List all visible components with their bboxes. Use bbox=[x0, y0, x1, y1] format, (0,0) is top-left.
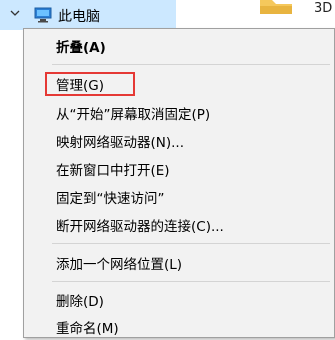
menu-item-label: 在新窗口中打开(E) bbox=[56, 163, 170, 179]
highlight-box bbox=[45, 72, 135, 96]
menu-item-label: 固定到“快速访问” bbox=[56, 191, 165, 207]
menu-item-unpin-start[interactable]: 从“开始”屏幕取消固定(P) bbox=[24, 100, 334, 126]
menu-separator bbox=[52, 243, 330, 244]
tree-item-label: 此电脑 bbox=[58, 9, 100, 25]
menu-item-label: 折叠(A) bbox=[56, 40, 106, 56]
menu-item-label: 添加一个网络位置(L) bbox=[56, 257, 183, 273]
tree-item-this-pc[interactable]: 此电脑 bbox=[0, 0, 176, 30]
menu-item-disconnect-drive[interactable]: 断开网络驱动器的连接(C)... bbox=[24, 212, 334, 238]
menu-item-label: 断开网络驱动器的连接(C)... bbox=[56, 219, 224, 235]
folder-label: 3D bbox=[314, 1, 333, 16]
menu-item-delete[interactable]: 删除(D) bbox=[24, 287, 334, 313]
menu-item-add-network-location[interactable]: 添加一个网络位置(L) bbox=[24, 250, 334, 276]
menu-item-label: 从“开始”屏幕取消固定(P) bbox=[56, 107, 211, 123]
context-menu: 折叠(A) 管理(G) 从“开始”屏幕取消固定(P) 映射网络驱动器(N)...… bbox=[23, 28, 335, 338]
menu-item-collapse[interactable]: 折叠(A) bbox=[24, 33, 334, 59]
chevron-down-icon[interactable] bbox=[9, 7, 21, 19]
menu-item-label: 映射网络驱动器(N)... bbox=[56, 135, 185, 151]
menu-item-map-drive[interactable]: 映射网络驱动器(N)... bbox=[24, 128, 334, 154]
folder-icon bbox=[260, 0, 292, 14]
menu-item-label: 重命名(M) bbox=[56, 321, 119, 337]
menu-item-rename[interactable]: 重命名(M) bbox=[24, 314, 334, 340]
menu-separator bbox=[52, 281, 330, 282]
menu-item-pin-quick-access[interactable]: 固定到“快速访问” bbox=[24, 184, 334, 210]
menu-separator bbox=[52, 64, 330, 65]
menu-item-open-new-window[interactable]: 在新窗口中打开(E) bbox=[24, 156, 334, 182]
computer-icon bbox=[34, 7, 52, 23]
menu-item-label: 删除(D) bbox=[56, 294, 104, 310]
